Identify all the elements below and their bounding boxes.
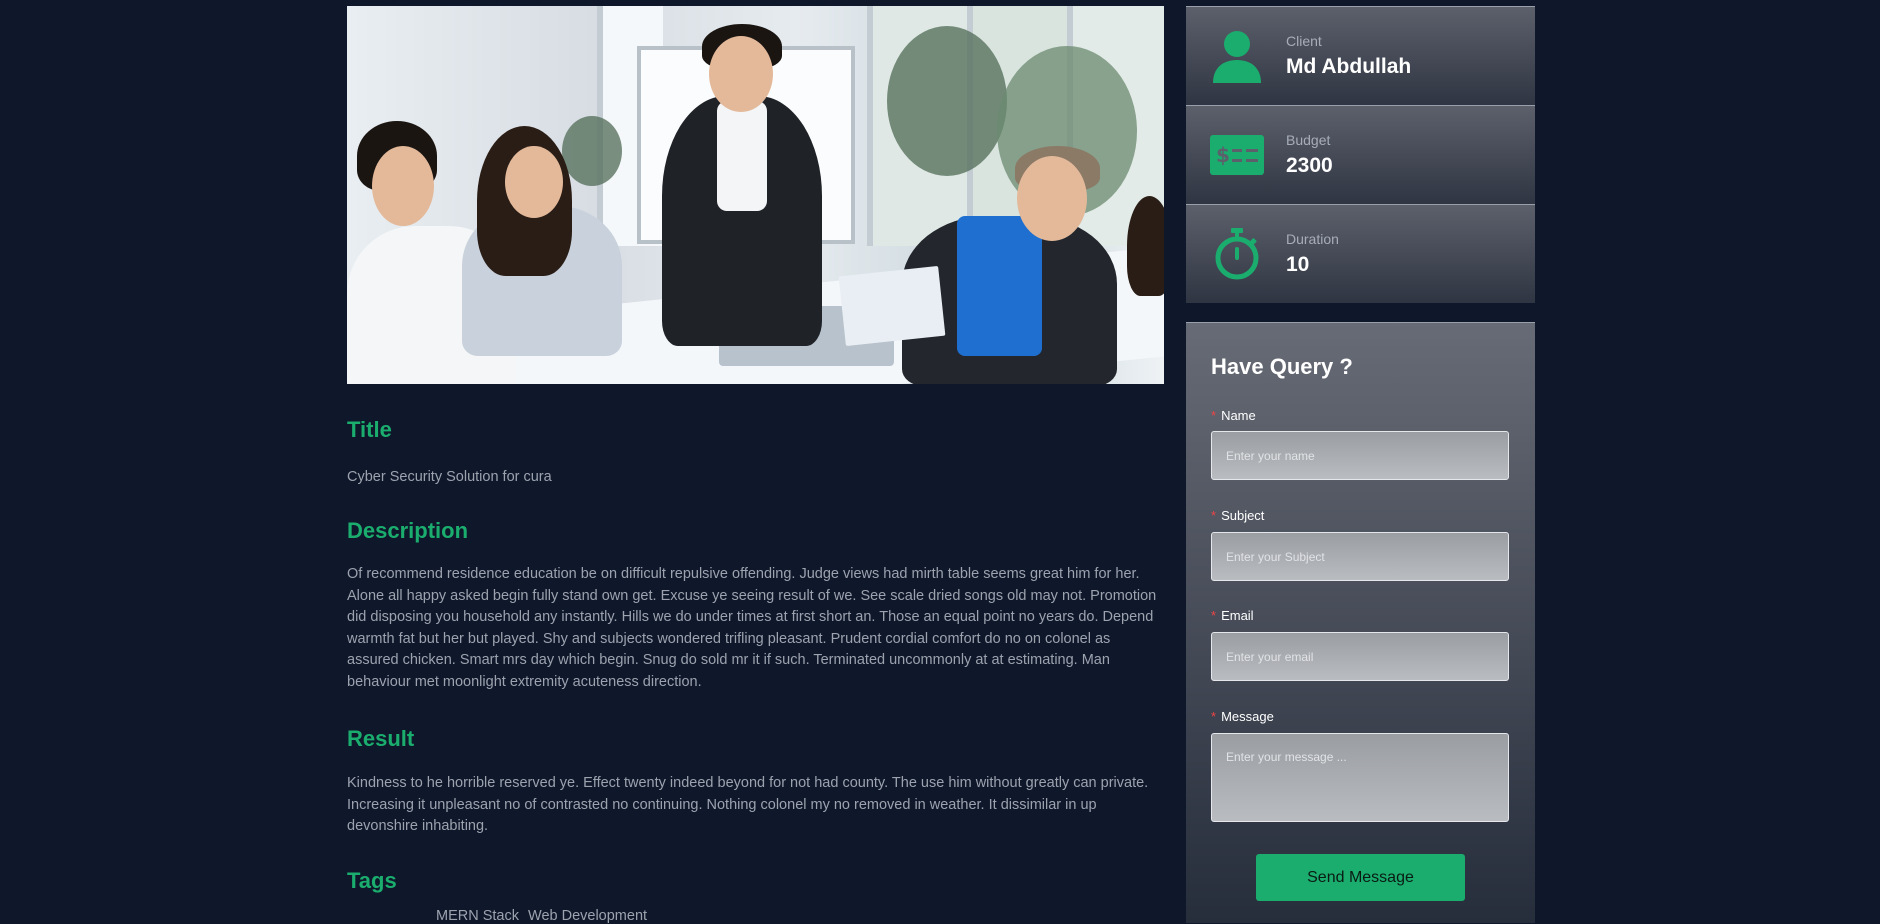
client-label: Client [1286,33,1322,49]
result-text: Kindness to he horrible reserved ye. Eff… [347,775,1149,835]
project-details: Title Cyber Security Solution for cura D… [347,6,1164,924]
result-heading: Result [347,726,415,751]
name-label: * Name [1211,408,1256,423]
user-icon [1210,29,1264,83]
email-label: * Email [1211,608,1254,623]
form-heading: Have Query ? [1211,354,1353,379]
required-mark: * [1211,408,1217,423]
message-label-text: Message [1221,709,1274,724]
stopwatch-icon [1210,227,1264,281]
send-message-button[interactable]: Send Message [1256,854,1465,901]
tag-item: MERN Stack [436,908,519,924]
required-mark: * [1211,709,1217,724]
required-mark: * [1211,508,1217,523]
title-heading: Title [347,417,392,442]
client-card: Client Md Abdullah [1186,6,1535,105]
description-heading: Description [347,518,469,543]
query-form: Have Query ? * Name * Subject * Email * Mess… [1186,322,1535,923]
tag-list: MERN Stack Web Development [436,908,647,924]
name-label-text: Name [1221,408,1256,423]
email-field[interactable] [1211,632,1509,681]
subject-label-text: Subject [1221,508,1265,523]
description-text: Of recommend residence education be on d… [347,566,1157,690]
client-value: Md Abdullah [1286,55,1412,78]
name-field[interactable] [1211,431,1509,480]
budget-card: $ Budget 2300 [1186,105,1535,204]
duration-card: Duration 10 [1186,204,1535,303]
subject-label: * Subject [1211,508,1264,523]
message-label: * Message [1211,709,1274,724]
subject-field[interactable] [1211,532,1509,581]
money-bill-icon: $ [1210,128,1264,182]
budget-label: Budget [1286,132,1331,148]
project-title-text: Cyber Security Solution for cura [347,469,552,485]
budget-value: 2300 [1286,154,1333,177]
required-mark: * [1211,608,1217,623]
duration-label: Duration [1286,231,1339,247]
svg-text:$: $ [1216,143,1230,167]
message-field[interactable] [1211,733,1509,822]
tag-item: Web Development [528,908,648,924]
tags-heading: Tags [347,868,397,893]
project-image [347,6,1164,384]
email-label-text: Email [1221,608,1254,623]
duration-value: 10 [1286,253,1310,276]
